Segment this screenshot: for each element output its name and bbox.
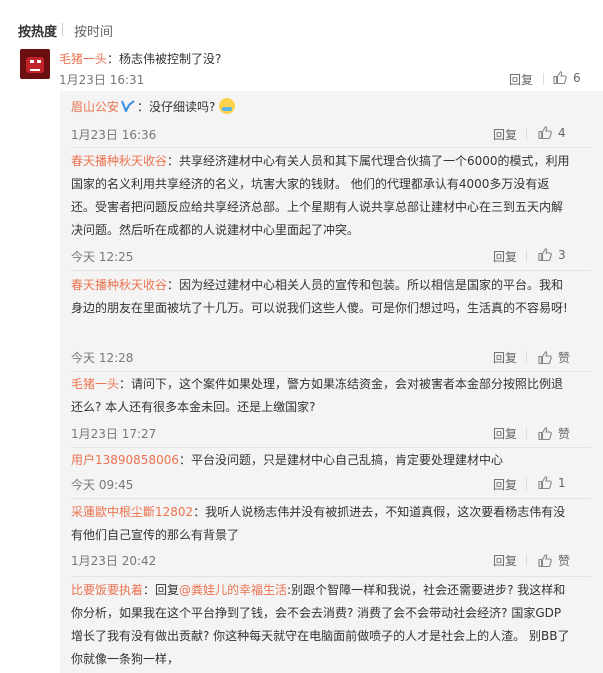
like-button[interactable]: 1	[538, 476, 566, 490]
emoji-icon	[219, 98, 236, 114]
like-count: 赞	[558, 427, 571, 441]
reply-text: 采蓮歐中根尘斷12802：我听人说杨志伟并没有被抓进去，不知道真假，这次要看杨志…	[71, 501, 571, 547]
reply-list: 眉山公安 ：没仔细读吗? 1月23日 16:36 回复 4 春天播种秋天收谷：共享…	[60, 91, 603, 673]
thumbs-up-icon	[538, 427, 552, 440]
reply-button[interactable]: 回复	[493, 126, 517, 143]
reply-button[interactable]: 回复	[493, 476, 517, 493]
reply-time: 1月23日 17:27	[71, 427, 157, 441]
sort-divider	[62, 23, 63, 36]
action-divider	[526, 351, 527, 363]
action-divider	[526, 427, 527, 439]
sort-by-time-tab[interactable]: 按时间	[74, 21, 113, 40]
reply-button[interactable]: 回复	[493, 425, 517, 442]
divider	[71, 498, 591, 499]
comment-body: ：杨志伟被控制了没?	[107, 52, 222, 66]
reply-time: 1月23日 20:42	[71, 554, 157, 568]
list-item: 用户13890858006：平台没问题，只是建材中心自己乱搞，肯定要处理建材中心…	[60, 448, 603, 499]
reply-prefix: ：回复	[143, 583, 180, 597]
reply-text: 用户13890858006：平台没问题，只是建材中心自己乱搞，肯定要处理建材中心	[71, 449, 571, 472]
reply-text: 眉山公安 ：没仔细读吗?	[71, 96, 571, 119]
avatar[interactable]	[20, 49, 50, 79]
reply-button[interactable]: 回复	[493, 349, 517, 366]
like-button[interactable]: 赞	[538, 349, 570, 366]
divider	[71, 576, 591, 577]
reply-time: 1月23日 16:36	[71, 128, 157, 142]
like-count: 1	[558, 476, 566, 490]
action-divider	[526, 128, 527, 140]
like-count: 3	[558, 248, 566, 262]
reply-text: 比要饭要执着：回复@粪娃儿的幸福生活:别跟个智障一样和我说，社会还需要进步? 我…	[71, 579, 571, 671]
action-divider	[543, 73, 544, 85]
action-divider	[526, 554, 527, 566]
reply-username[interactable]: 比要饭要执着	[71, 583, 143, 597]
like-button[interactable]: 4	[538, 126, 566, 140]
thumbs-up-icon	[538, 126, 552, 139]
like-count: 赞	[558, 351, 571, 365]
reply-text: 春天播种秋天收谷：共享经济建材中心有关人员和其下属代理合伙搞了一个6000的模式…	[71, 150, 571, 242]
reply-time: 今天 09:45	[71, 478, 134, 492]
reply-body: ：平台没问题，只是建材中心自己乱搞，肯定要处理建材中心	[178, 453, 503, 467]
list-item: 春天播种秋天收谷：共享经济建材中心有关人员和其下属代理合伙搞了一个6000的模式…	[60, 148, 603, 271]
list-item: 采蓮歐中根尘斷12802：我听人说杨志伟并没有被抓进去，不知道真假，这次要看杨志…	[60, 501, 603, 577]
like-button[interactable]: 赞	[538, 425, 570, 442]
reply-username[interactable]: 采蓮歐中根尘斷12802	[71, 505, 193, 519]
sort-by-hot-tab[interactable]: 按热度	[18, 21, 57, 40]
reply-body: ：请问下，这个案件如果处理，警方如果冻结资金，会对被害者本金部分按照比例退还么?…	[71, 377, 564, 414]
thumbs-up-icon	[553, 71, 567, 84]
action-divider	[526, 478, 527, 490]
reply-button[interactable]: 回复	[493, 248, 517, 265]
list-item: 眉山公安 ：没仔细读吗? 1月23日 16:36 回复 4	[60, 91, 603, 148]
reply-username[interactable]: 春天播种秋天收谷	[71, 278, 167, 292]
comment-username[interactable]: 毛猪一头	[59, 52, 107, 66]
reply-button[interactable]: 回复	[509, 71, 533, 88]
like-count: 6	[573, 71, 581, 85]
top-comment: 毛猪一头：杨志伟被控制了没? 1月23日 16:31 回复 6	[0, 44, 603, 88]
comment-time: 1月23日 16:31	[59, 73, 145, 87]
list-item: 毛猪一头：请问下，这个案件如果处理，警方如果冻结资金，会对被害者本金部分按照比例…	[60, 373, 603, 448]
reply-body: ：没仔细读吗?	[137, 100, 216, 114]
like-button[interactable]: 赞	[538, 552, 570, 569]
action-divider	[526, 250, 527, 262]
reply-username[interactable]: 用户13890858006	[71, 453, 179, 467]
reply-username[interactable]: 眉山公安	[71, 100, 119, 114]
reply-time: 今天 12:25	[71, 250, 134, 264]
thumbs-up-icon	[538, 554, 552, 567]
list-item: 春天播种秋天收谷：因为经过建材中心相关人员的宣传和包装。所以相信是国家的平台。我…	[60, 272, 603, 372]
reply-username[interactable]: 春天播种秋天收谷	[71, 154, 167, 168]
verified-icon	[121, 100, 135, 112]
reply-username[interactable]: 毛猪一头	[71, 377, 119, 391]
like-button[interactable]: 3	[538, 248, 566, 262]
like-button[interactable]: 6	[553, 71, 581, 85]
mention-link[interactable]: @粪娃儿的幸福生活	[179, 583, 287, 597]
thumbs-up-icon	[538, 248, 552, 261]
list-item: 比要饭要执着：回复@粪娃儿的幸福生活:别跟个智障一样和我说，社会还需要进步? 我…	[60, 578, 603, 673]
like-count: 4	[558, 126, 566, 140]
reply-button[interactable]: 回复	[493, 552, 517, 569]
thumbs-up-icon	[538, 476, 552, 489]
divider	[71, 270, 591, 271]
thumbs-up-icon	[538, 351, 552, 364]
sort-bar: 按热度 按时间	[0, 0, 603, 44]
reply-text: 毛猪一头：请问下，这个案件如果处理，警方如果冻结资金，会对被害者本金部分按照比例…	[71, 373, 571, 419]
reply-time: 今天 12:28	[71, 351, 134, 365]
divider	[71, 371, 591, 372]
like-count: 赞	[558, 554, 571, 568]
reply-text: 春天播种秋天收谷：因为经过建材中心相关人员的宣传和包装。所以相信是国家的平台。我…	[71, 274, 571, 320]
comment-text: 毛猪一头：杨志伟被控制了没?	[59, 50, 221, 67]
